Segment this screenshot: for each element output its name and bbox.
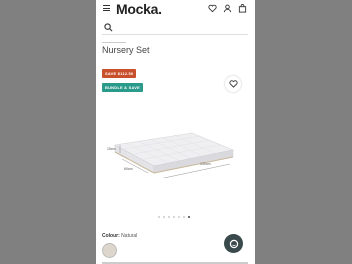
bundle-badge: BUNDLE & SAVE — [102, 83, 143, 92]
carousel-dot[interactable] — [173, 216, 175, 218]
site-header: Mocka. — [96, 0, 255, 38]
save-badge: SAVE $112.50 — [102, 69, 137, 78]
carousel-dot[interactable] — [163, 216, 165, 218]
carousel-dot[interactable] — [178, 216, 180, 218]
logo[interactable]: Mocka. — [116, 1, 162, 17]
dim-height-label: 15cm — [107, 147, 116, 151]
carousel-dots — [158, 216, 198, 219]
carousel-dot-active[interactable] — [188, 216, 190, 218]
heart-icon[interactable] — [208, 4, 217, 13]
product-image[interactable]: 15cm 60cm 130cm — [96, 95, 255, 205]
wishlist-button[interactable] — [225, 76, 241, 92]
colour-label: Colour: Natural — [102, 233, 137, 239]
heart-icon — [228, 80, 238, 88]
divider — [102, 42, 126, 43]
search-bar[interactable] — [102, 20, 248, 35]
colour-swatch-natural[interactable] — [102, 243, 117, 258]
search-icon[interactable] — [104, 23, 113, 32]
carousel-dot[interactable] — [168, 216, 170, 218]
dim-width-label: 60cm — [124, 167, 133, 171]
colour-value: Natural — [121, 233, 138, 239]
chat-button[interactable] — [224, 234, 243, 253]
dim-length-label: 130cm — [200, 162, 211, 166]
bag-icon[interactable] — [238, 4, 247, 13]
page: Mocka. Nursery Set SAVE $112.50 BUNDLE &… — [96, 0, 255, 264]
user-icon[interactable] — [223, 4, 232, 13]
carousel-dot[interactable] — [158, 216, 160, 218]
page-title: Nursery Set — [102, 45, 150, 55]
chat-icon — [229, 239, 238, 248]
menu-icon[interactable] — [103, 5, 110, 11]
colour-label-key: Colour: — [102, 233, 120, 239]
carousel-dot[interactable] — [183, 216, 185, 218]
